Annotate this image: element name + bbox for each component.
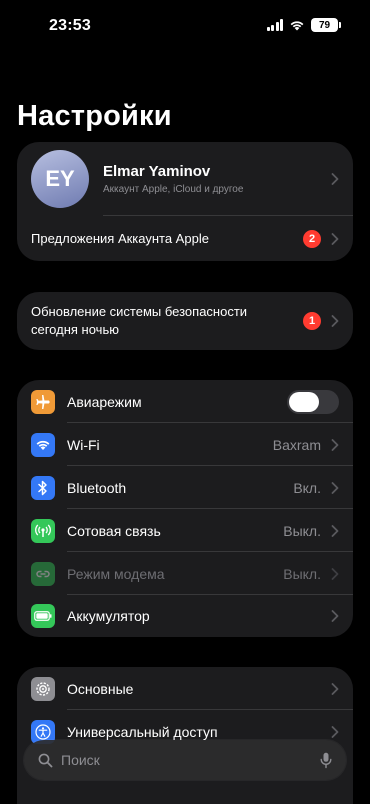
microphone-icon[interactable] [320, 752, 332, 769]
bluetooth-label: Bluetooth [67, 479, 127, 496]
connectivity-group: Авиарежим Wi-Fi Baxram Bluetooth Вкл. Со… [17, 380, 353, 637]
toggle-knob [289, 391, 319, 412]
accessibility-label: Универсальный доступ [67, 723, 218, 740]
bluetooth-icon [31, 475, 55, 500]
chevron-right-icon [331, 481, 339, 494]
wifi-value: Baxram [272, 436, 321, 453]
chevron-right-icon [331, 725, 339, 738]
chevron-right-icon [331, 438, 339, 451]
chevron-right-icon [331, 315, 339, 327]
cellular-label: Сотовая связь [67, 522, 161, 539]
wifi-icon [31, 432, 55, 457]
chevron-right-icon [331, 173, 339, 185]
status-icons: 79 [266, 18, 341, 32]
general-label: Основные [67, 680, 134, 697]
chevron-right-icon [331, 524, 339, 537]
update-label-line1: Обновление системы безопасности [31, 304, 248, 319]
settings-row-personal-hotspot[interactable]: Режим модема Выкл. [17, 552, 353, 595]
settings-row-battery[interactable]: Аккумулятор [17, 595, 353, 637]
profile-group: EY Elmar Yaminov Аккаунт Apple, iCloud и… [17, 142, 353, 261]
cellular-icon [31, 518, 55, 543]
notification-badge: 2 [303, 229, 321, 248]
update-label-line2: сегодня ночью [31, 322, 119, 337]
battery-level: 79 [318, 19, 331, 31]
airplane-icon [31, 389, 55, 414]
cellular-signal-icon [266, 19, 283, 31]
profile-name: Elmar Yaminov [103, 163, 211, 180]
security-update-row[interactable]: Обновление системы безопасности сегодня … [17, 292, 353, 350]
profile-row[interactable]: EY Elmar Yaminov Аккаунт Apple, iCloud и… [17, 142, 353, 216]
settings-row-bluetooth[interactable]: Bluetooth Вкл. [17, 466, 353, 509]
profile-text: Elmar Yaminov Аккаунт Apple, iCloud и др… [103, 163, 331, 195]
suggestions-label: Предложения Аккаунта Apple [31, 231, 209, 246]
settings-row-wifi[interactable]: Wi-Fi Baxram [17, 423, 353, 466]
bluetooth-value: Вкл. [293, 479, 321, 496]
search-bar[interactable] [24, 740, 346, 780]
chevron-right-icon [331, 567, 339, 580]
chevron-right-icon [331, 610, 339, 622]
general-group: Основные Универсальный доступ [17, 667, 353, 804]
wifi-status-icon [290, 21, 304, 31]
search-icon [38, 753, 53, 767]
settings-row-cellular[interactable]: Сотовая связь Выкл. [17, 509, 353, 552]
status-time: 23:53 [49, 17, 91, 34]
settings-row-airplane-mode[interactable]: Авиарежим [17, 380, 353, 423]
update-label: Обновление системы безопасности сегодня … [31, 303, 303, 339]
update-group: Обновление системы безопасности сегодня … [17, 292, 353, 350]
hotspot-icon [31, 561, 55, 586]
battery-icon [31, 604, 55, 628]
notification-badge: 1 [303, 312, 321, 330]
search-input[interactable] [61, 752, 320, 768]
gear-icon [31, 676, 55, 701]
wifi-label: Wi-Fi [67, 436, 100, 453]
apple-account-suggestions-row[interactable]: Предложения Аккаунта Apple 2 [17, 216, 353, 261]
avatar: EY [31, 150, 89, 208]
battery-status-icon: 79 [311, 18, 341, 32]
avatar-initials: EY [45, 166, 75, 191]
hotspot-label: Режим модема [67, 565, 165, 582]
hotspot-value: Выкл. [283, 565, 321, 582]
page-title: Настройки [17, 100, 172, 132]
settings-row-general[interactable]: Основные [17, 667, 353, 710]
airplane-mode-toggle[interactable] [287, 389, 339, 414]
chevron-right-icon [331, 232, 339, 245]
chevron-right-icon [331, 682, 339, 695]
status-bar: 23:53 79 [0, 0, 370, 54]
cellular-value: Выкл. [283, 522, 321, 539]
battery-label: Аккумулятор [67, 608, 150, 624]
profile-subtitle: Аккаунт Apple, iCloud и другое [103, 184, 244, 195]
airplane-mode-label: Авиарежим [67, 393, 142, 410]
